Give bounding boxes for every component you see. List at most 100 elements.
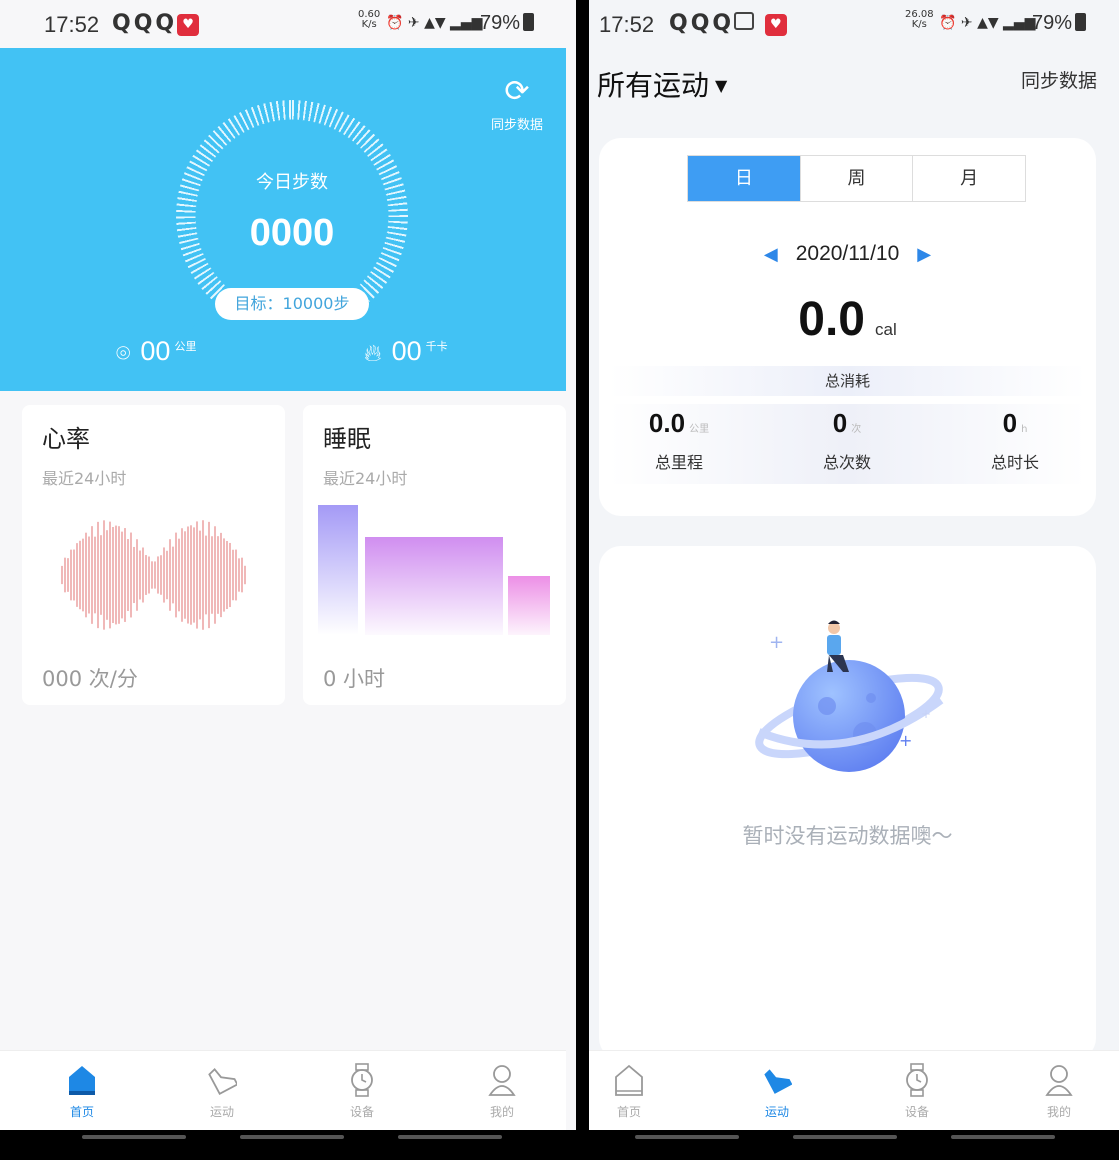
home-icon [69, 1066, 95, 1095]
home-icon [615, 1064, 643, 1096]
nav-device[interactable]: 设备 [322, 1063, 402, 1120]
nav-sport-label: 运动 [764, 1105, 789, 1119]
tab-month[interactable]: 月 [912, 156, 1025, 201]
metric-distance-label: 总里程 [654, 453, 703, 472]
next-date-icon[interactable]: ▶ [917, 244, 931, 264]
nav-mine[interactable]: 我的 [462, 1063, 542, 1120]
distance-unit: 公里 [174, 340, 197, 353]
metric-distance-unit: 公里 [689, 424, 710, 435]
system-status-icons: ⏰ ✈ ▲▼ ▂▄▆ [939, 15, 1036, 31]
date-switcher: ◀ 2020/11/10 ▶ [599, 242, 1096, 266]
nav-device-label: 设备 [904, 1105, 929, 1119]
metric-duration-unit: h [1021, 424, 1028, 435]
nav-bar-segment [82, 1135, 186, 1139]
today-steps-label: 今日步数 [256, 172, 328, 193]
metric-count-unit: 次 [851, 424, 862, 435]
system-nav-bar [589, 1130, 1119, 1145]
battery-level: 79% [1032, 12, 1073, 34]
empty-state-text: 暂时没有运动数据噢～ [742, 824, 953, 848]
watch-icon [351, 1063, 373, 1097]
notification-icons: QQQ ♥ [669, 11, 787, 36]
network-speed: 26.08 K/s [905, 10, 934, 30]
nav-home-label: 首页 [616, 1105, 641, 1119]
metric-duration: 0h 总时长 [945, 408, 1085, 473]
nav-sport-label: 运动 [209, 1105, 234, 1119]
sleep-bar-deep [318, 505, 358, 635]
calories-value: 0.0 [798, 293, 865, 346]
sleep-subtitle: 最近24小时 [323, 469, 408, 488]
svg-text:+: + [899, 731, 912, 750]
heart-rate-subtitle: 最近24小时 [42, 469, 127, 488]
metric-count-label: 总次数 [822, 453, 871, 472]
person-icon [1045, 1065, 1073, 1096]
nav-home[interactable]: 首页 [42, 1063, 122, 1120]
sync-button[interactable]: 同步数据 [1021, 66, 1097, 93]
sync-label: 同步数据 [490, 118, 543, 133]
nav-sport[interactable]: 运动 [737, 1063, 817, 1120]
sport-type-label: 所有运动 [597, 69, 710, 102]
gallery-icon [734, 12, 755, 30]
heart-rate-card[interactable]: 心率 最近24小时 000 次/分 [22, 405, 285, 705]
search-icon: Q [112, 11, 134, 36]
sleep-bar-light [365, 537, 503, 635]
bottom-nav: 首页 运动 设备 我的 [589, 1050, 1119, 1130]
period-tabs: 日 周 月 [687, 155, 1026, 202]
watch-icon [906, 1063, 928, 1097]
home-screen: 17:52 QQQ ♥ 0.60 K/s ⏰ ✈ ▲▼ ▂▄▆ 79% 今日步数 … [0, 0, 576, 1145]
shoe-icon [764, 1069, 792, 1094]
battery: 79% [1032, 12, 1087, 35]
tab-day[interactable]: 日 [688, 156, 800, 201]
battery-icon [523, 13, 535, 31]
search-icon: Q [155, 11, 178, 36]
person-icon [488, 1065, 516, 1096]
app-notification-icon: ♥ [764, 14, 787, 36]
sync-icon: ⟳ [504, 74, 530, 109]
svg-text:+: + [921, 707, 931, 721]
notification-icons: QQQ ♥ [112, 11, 200, 36]
tab-week[interactable]: 周 [799, 156, 913, 201]
battery: 79% [480, 12, 535, 35]
sport-type-selector[interactable]: 所有运动 ▼ [597, 64, 727, 104]
sleep-bar-awake [508, 576, 550, 635]
nav-bar-segment [793, 1135, 897, 1139]
search-icon: Q [712, 11, 735, 36]
total-consumption-label: 总消耗 [609, 366, 1086, 396]
system-status-icons: ⏰ ✈ ▲▼ ▂▄▆ [386, 15, 483, 31]
nav-bar-segment [951, 1135, 1055, 1139]
nav-bar-segment [398, 1135, 502, 1139]
network-speed-unit: K/s [911, 19, 927, 30]
app-notification-icon: ♥ [177, 14, 200, 36]
heart-rate-title: 心率 [42, 425, 90, 453]
status-time: 17:52 [599, 12, 655, 37]
flame-icon: 🔥︎ [364, 339, 382, 367]
calories-value: 00 [391, 336, 422, 366]
sync-button[interactable]: ⟳ 同步数据 [482, 74, 552, 133]
distance-value: 00 [140, 336, 171, 366]
calories-total: 0.0 cal [599, 292, 1096, 347]
metric-count: 0次 总次数 [777, 408, 917, 473]
sleep-bars [318, 505, 550, 635]
sleep-title: 睡眠 [323, 425, 371, 453]
nav-sport[interactable]: 运动 [182, 1063, 262, 1120]
battery-level: 79% [480, 12, 521, 34]
empty-planet-illustration: + + + [755, 620, 944, 772]
distance-stat: ⌾ 00 公里 [116, 336, 196, 367]
nav-device[interactable]: 设备 [877, 1063, 957, 1120]
metric-distance: 0.0 公里 总里程 [609, 408, 749, 473]
calories-stat: 🔥︎ 00 千卡 [364, 336, 448, 367]
nav-home-label: 首页 [69, 1105, 94, 1119]
metric-count-value: 0 [832, 408, 848, 438]
sleep-card[interactable]: 睡眠 最近24小时 0 小时 [303, 405, 566, 705]
search-icon: Q [690, 11, 713, 36]
metric-distance-value: 0.0 [648, 408, 686, 438]
nav-device-label: 设备 [349, 1105, 374, 1119]
steps-value: 0000 [249, 212, 335, 254]
nav-mine-label: 我的 [1046, 1105, 1071, 1119]
prev-date-icon[interactable]: ◀ [764, 244, 778, 264]
metric-duration-label: 总时长 [990, 453, 1039, 472]
caret-down-icon: ▼ [715, 76, 728, 95]
nav-home[interactable]: 首页 [589, 1063, 669, 1120]
nav-mine[interactable]: 我的 [1019, 1063, 1099, 1120]
search-icon: Q [669, 11, 691, 36]
search-icon: Q [133, 11, 156, 36]
